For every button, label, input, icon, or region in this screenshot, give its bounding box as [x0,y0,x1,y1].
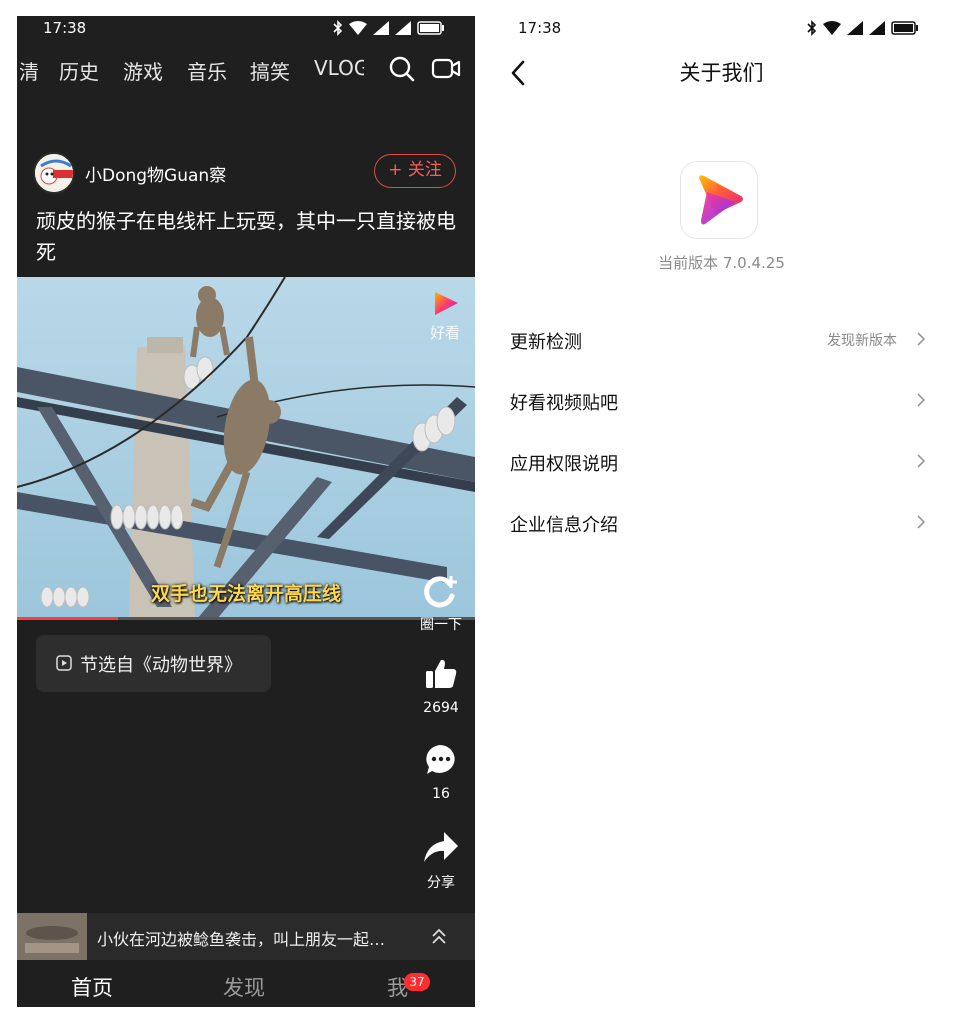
status-bar: 17:38 [17,16,475,42]
video-title: 顽皮的猴子在电线杆上玩耍，其中一只直接被电死 [36,209,456,264]
bluetooth-icon [807,20,817,36]
page-title: 关于我们 [679,61,764,85]
notification-badge: 37 [404,973,430,991]
watermark-text: 好看 [430,324,461,342]
tab-channel[interactable]: 音乐 [187,56,227,85]
nav-home[interactable]: 首页 [71,972,113,1002]
settings-item-label: 更新检测 [510,332,582,353]
source-chip[interactable]: 节选自《动物世界》 [36,635,271,692]
settings-item-label: 好看视频贴吧 [510,393,618,414]
chevron-right-icon [917,332,925,346]
update-status-text: 发现新版本 [827,333,897,349]
wifi-icon [349,21,367,35]
video-frame-image [17,277,475,619]
search-icon[interactable] [389,56,415,82]
version-text: 当前版本 7.0.4.25 [658,254,785,272]
like-button[interactable]: 2694 [415,656,467,716]
bluetooth-icon [333,20,343,36]
battery-icon [417,21,444,35]
tab-channel[interactable]: 历史 [59,56,99,85]
video-progress-fill [17,617,118,620]
thumbs-up-icon [426,659,457,688]
tab-channel[interactable]: 游戏 [123,56,163,85]
settings-item-permissions[interactable]: 应用权限说明 [494,432,949,493]
settings-item-label: 企业信息介绍 [510,515,618,536]
status-icons [333,20,445,36]
video-player[interactable] [17,277,475,619]
tab-channel[interactable]: 搞笑 [250,56,290,85]
next-video-thumbnail [17,913,87,960]
like-count: 2694 [423,700,459,716]
comment-button[interactable]: 16 [415,742,467,802]
settings-item-label: 应用权限说明 [510,454,618,475]
status-icons [807,20,919,36]
chevron-right-icon [917,454,925,468]
signal-icon [869,21,885,35]
battery-icon [891,21,918,35]
about-us-screen: 17:38 关于我们 当前版本 7.0.4.25 更新检测 发现新版本 好看视频… [494,16,949,1007]
play-square-icon [56,655,72,671]
quan-label: 圈一下 [420,617,462,633]
video-subtitle: 双手也无法离开高压线 [150,583,341,605]
video-feed-screen: 17:38 清 历史 游戏 音乐 搞笑 VLOG 小Dong物Guan察 + 关… [17,16,475,1007]
wifi-icon [823,21,841,35]
status-time: 17:38 [518,19,562,37]
double-chevron-up-icon[interactable] [429,927,449,947]
circle-add-icon [424,576,457,608]
chevron-right-icon [917,515,925,529]
video-progress-bar[interactable] [17,617,475,620]
haokan-logo-icon [699,175,743,225]
author-row: 小Dong物Guan察 + 关注 [17,152,475,194]
settings-item-company-info[interactable]: 企业信息介绍 [494,493,949,554]
share-arrow-icon [424,832,458,862]
status-bar: 17:38 [494,16,949,42]
video-camera-icon[interactable] [431,57,461,81]
share-button[interactable]: 分享 [415,830,467,892]
signal-icon [373,21,389,35]
chevron-right-icon [917,393,925,407]
settings-item-tieba[interactable]: 好看视频贴吧 [494,371,949,432]
nav-discover[interactable]: 发现 [223,972,265,1002]
app-logo [681,162,757,238]
author-name[interactable]: 小Dong物Guan察 [85,161,226,186]
settings-item-update-check[interactable]: 更新检测 发现新版本 [494,310,949,371]
haokan-logo-icon [435,292,458,315]
signal-icon [847,21,863,35]
avatar[interactable] [33,152,75,194]
signal-icon [395,21,411,35]
quan-button[interactable]: 圈一下 [415,574,467,634]
comment-icon [426,745,455,774]
next-video-title: 小伙在河边被鲶鱼袭击，叫上朋友一起… [97,930,386,949]
next-video-bar[interactable]: 小伙在河边被鲶鱼袭击，叫上朋友一起… [17,913,475,960]
tab-channel[interactable]: 清 [19,56,39,85]
follow-button[interactable]: + 关注 [374,154,456,188]
comment-count: 16 [432,786,450,802]
tab-channel[interactable]: VLOG [314,56,364,80]
share-label: 分享 [427,875,455,891]
status-time: 17:38 [43,19,87,37]
source-label: 节选自《动物世界》 [80,655,242,676]
